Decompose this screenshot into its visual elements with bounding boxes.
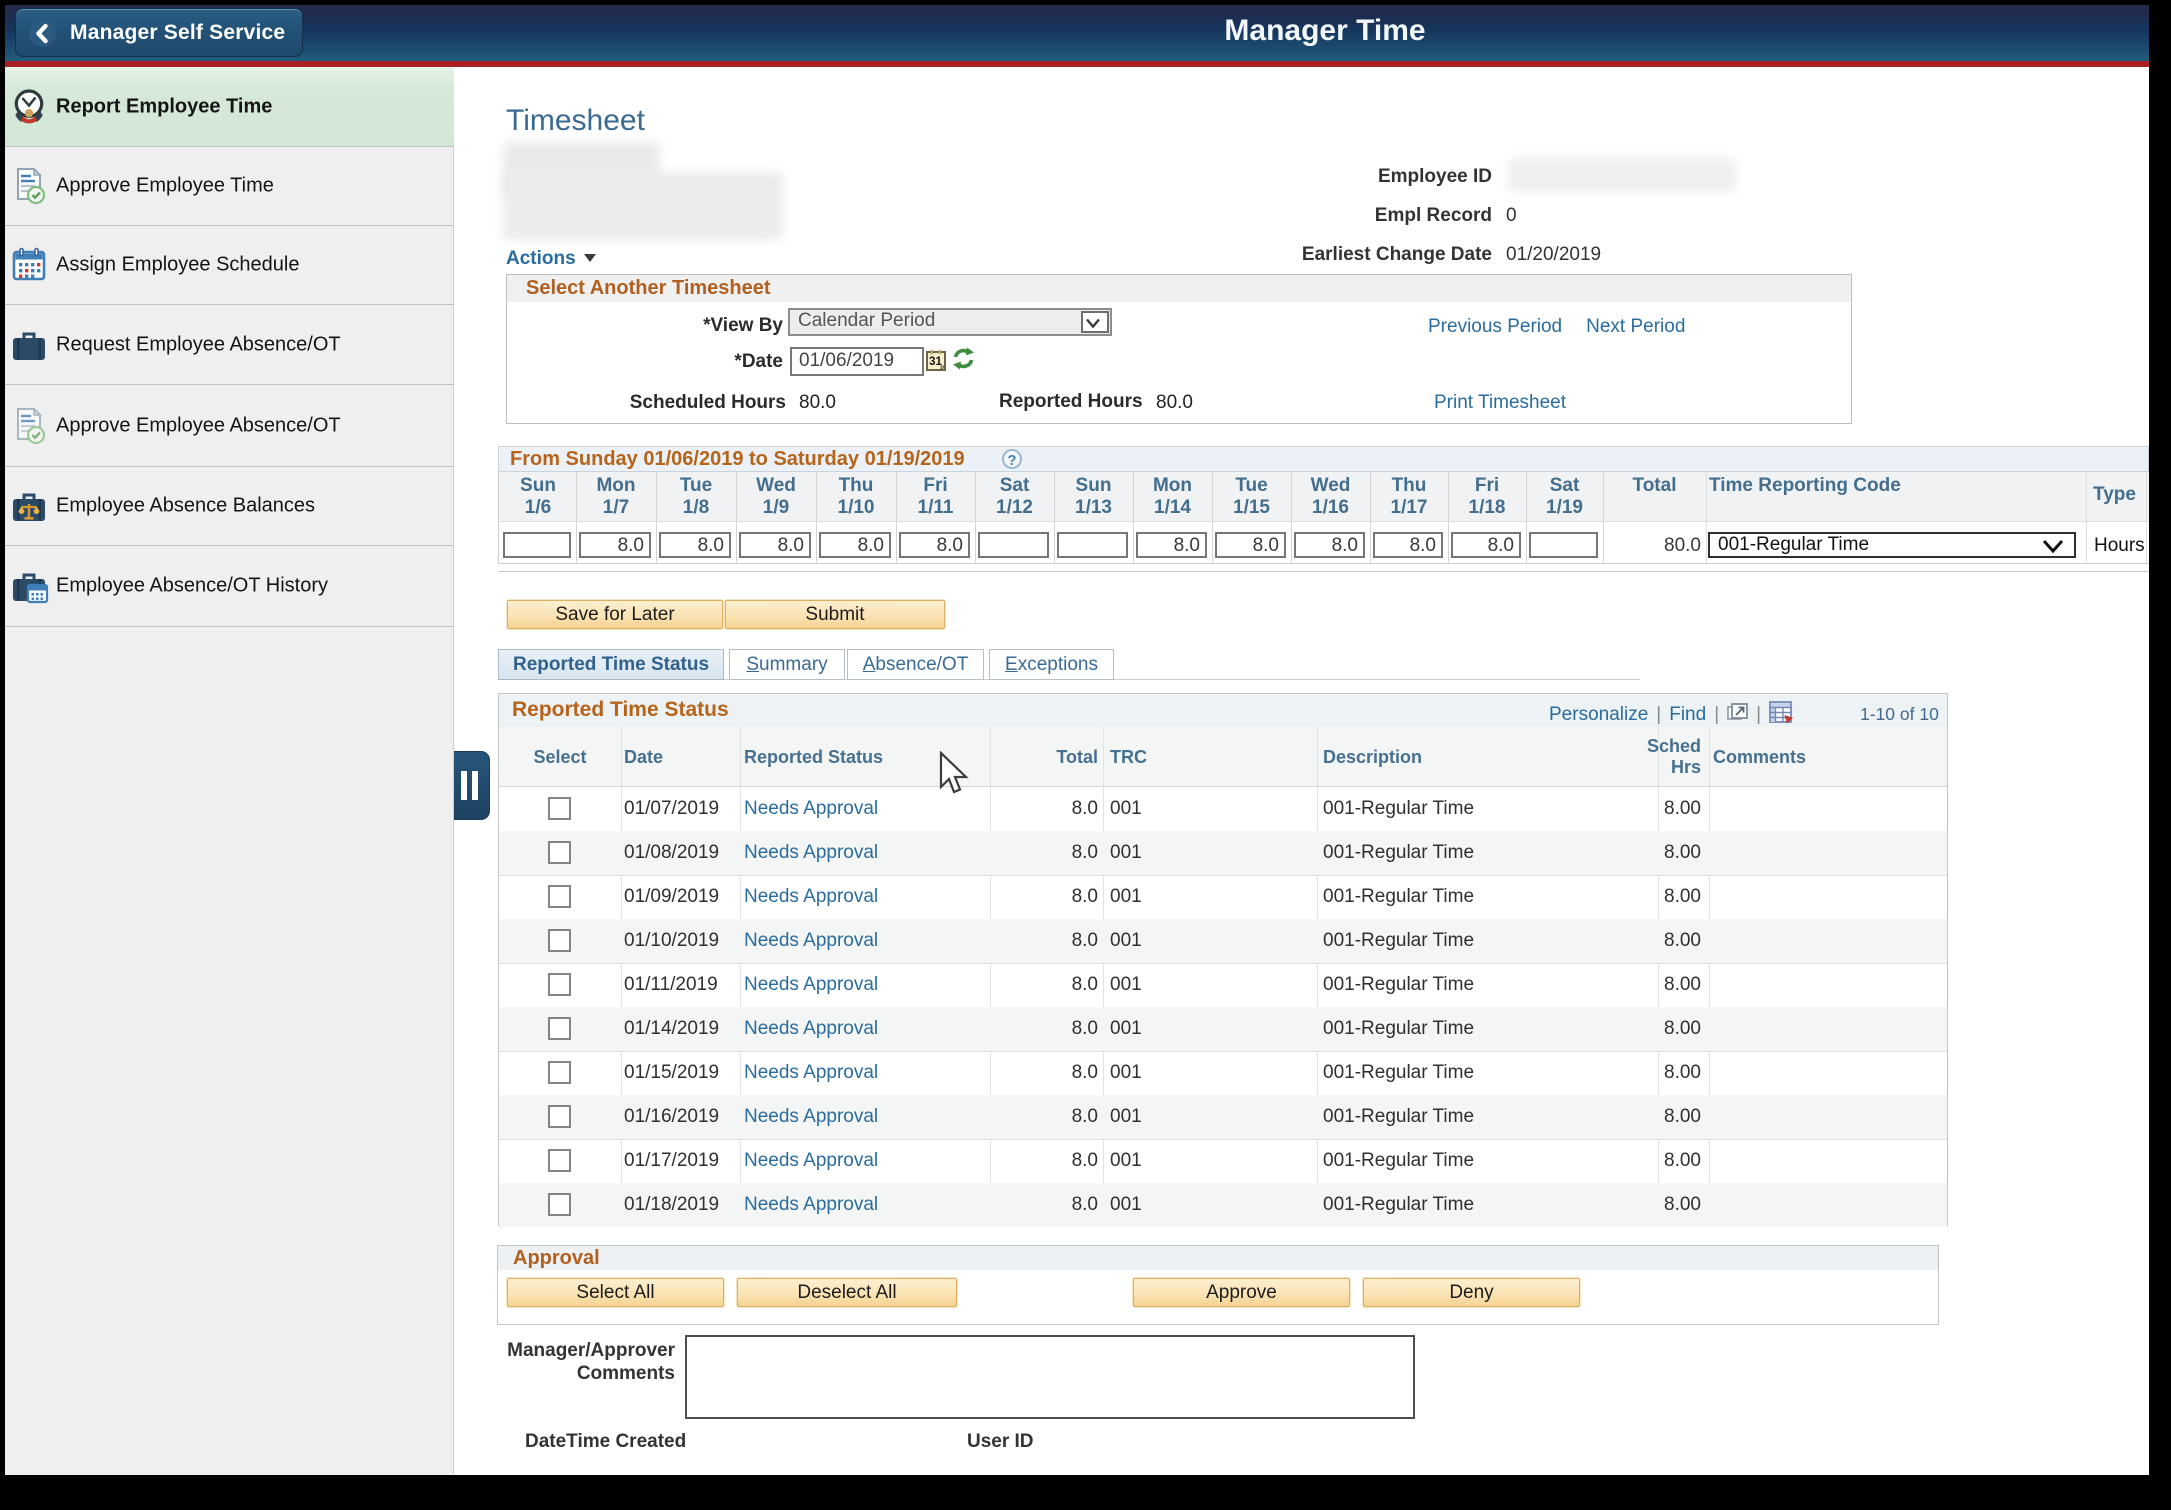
svg-text:31: 31: [929, 356, 942, 368]
